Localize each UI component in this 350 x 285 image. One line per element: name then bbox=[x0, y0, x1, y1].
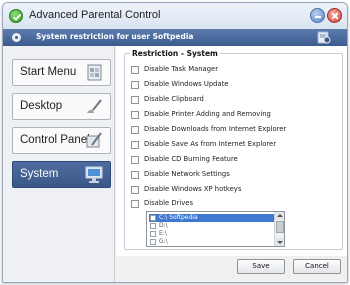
window-title: Advanced Parental Control bbox=[29, 9, 161, 21]
sidebar-item-start-menu[interactable]: Start Menu bbox=[12, 59, 111, 86]
title-bar: Advanced Parental Control bbox=[3, 3, 347, 29]
sidebar-item-label: Control Panel bbox=[20, 134, 90, 146]
sidebar-item-control-panel[interactable]: Control Panel bbox=[12, 127, 111, 154]
control-panel-icon bbox=[86, 132, 102, 148]
option-label: Disable Printer Adding and Removing bbox=[144, 110, 271, 118]
drive-label: G:\ bbox=[159, 238, 168, 245]
start-menu-icon bbox=[87, 64, 102, 81]
scroll-down-arrow-icon[interactable] bbox=[275, 238, 284, 246]
save-button[interactable]: Save bbox=[237, 259, 285, 274]
footer: Save Cancel bbox=[116, 256, 347, 282]
checkbox[interactable] bbox=[131, 111, 139, 119]
checkbox[interactable] bbox=[150, 231, 156, 237]
drive-label: E:\ bbox=[159, 230, 167, 237]
checkbox[interactable] bbox=[131, 200, 139, 208]
checkmark-app-icon bbox=[9, 9, 23, 23]
scroll-thumb[interactable] bbox=[276, 221, 284, 233]
disable-drives-section: Disable Drives C:\ Softpedia D:\ E:\ G:\ bbox=[131, 199, 338, 247]
cancel-button[interactable]: Cancel bbox=[293, 259, 341, 274]
user-info-icon bbox=[12, 33, 21, 42]
drive-item[interactable]: C:\ Softpedia bbox=[149, 214, 274, 222]
sidebar-item-label: Desktop bbox=[20, 100, 63, 112]
sidebar-item-label: Start Menu bbox=[20, 66, 77, 78]
app-window: Advanced Parental Control System restric… bbox=[2, 2, 348, 283]
sidebar-item-system[interactable]: System bbox=[12, 161, 111, 188]
option-label: Disable Windows Update bbox=[144, 80, 229, 88]
checkbox[interactable] bbox=[131, 171, 139, 179]
checkbox[interactable] bbox=[131, 156, 139, 164]
checkbox[interactable] bbox=[131, 66, 139, 74]
drive-list[interactable]: C:\ Softpedia D:\ E:\ G:\ bbox=[146, 211, 285, 247]
checkbox[interactable] bbox=[131, 141, 139, 149]
checkbox[interactable] bbox=[131, 96, 139, 104]
option-label: Disable Clipboard bbox=[144, 95, 204, 103]
checkbox[interactable] bbox=[150, 239, 156, 245]
close-button[interactable] bbox=[327, 8, 342, 23]
header-title: System restriction for user Softpedia bbox=[36, 32, 194, 41]
computer-monitor-icon bbox=[85, 166, 103, 183]
desktop-brush-icon bbox=[87, 99, 102, 113]
scroll-up-arrow-icon[interactable] bbox=[275, 212, 284, 220]
drive-list-scrollbar[interactable] bbox=[274, 212, 284, 246]
drive-label: D:\ bbox=[159, 222, 168, 229]
checkbox[interactable] bbox=[150, 223, 156, 229]
help-icon[interactable] bbox=[317, 31, 331, 44]
option-label: Disable Downloads from Internet Explorer bbox=[144, 125, 287, 133]
drive-label: C:\ Softpedia bbox=[159, 214, 198, 221]
option-label: Disable Task Manager bbox=[144, 65, 218, 73]
option-label: Disable Save As from Internet Explorer bbox=[144, 140, 276, 148]
option-label: Disable Drives bbox=[144, 199, 194, 207]
checkbox[interactable] bbox=[150, 215, 156, 221]
sidebar-item-label: System bbox=[20, 168, 59, 180]
sidebar: Start Menu Desktop Control Panel System bbox=[3, 46, 115, 282]
option-label: Disable CD Burning Feature bbox=[144, 155, 238, 163]
restriction-group: Restriction - System Disable Task Manage… bbox=[124, 49, 343, 250]
header-bar: System restriction for user Softpedia bbox=[3, 29, 347, 46]
group-title: Restriction - System bbox=[130, 49, 220, 58]
minimize-button[interactable] bbox=[310, 8, 325, 23]
sidebar-item-desktop[interactable]: Desktop bbox=[12, 93, 111, 120]
checkbox[interactable] bbox=[131, 186, 139, 194]
drive-item[interactable]: G:\ bbox=[149, 238, 274, 246]
restriction-panel: Restriction - System Disable Task Manage… bbox=[116, 46, 347, 256]
checkbox[interactable] bbox=[131, 126, 139, 134]
option-label: Disable Network Settings bbox=[144, 170, 230, 178]
option-label: Disable Windows XP hotkeys bbox=[144, 185, 242, 193]
checkbox[interactable] bbox=[131, 81, 139, 89]
drive-item[interactable]: D:\ bbox=[149, 222, 274, 230]
drive-item[interactable]: E:\ bbox=[149, 230, 274, 238]
